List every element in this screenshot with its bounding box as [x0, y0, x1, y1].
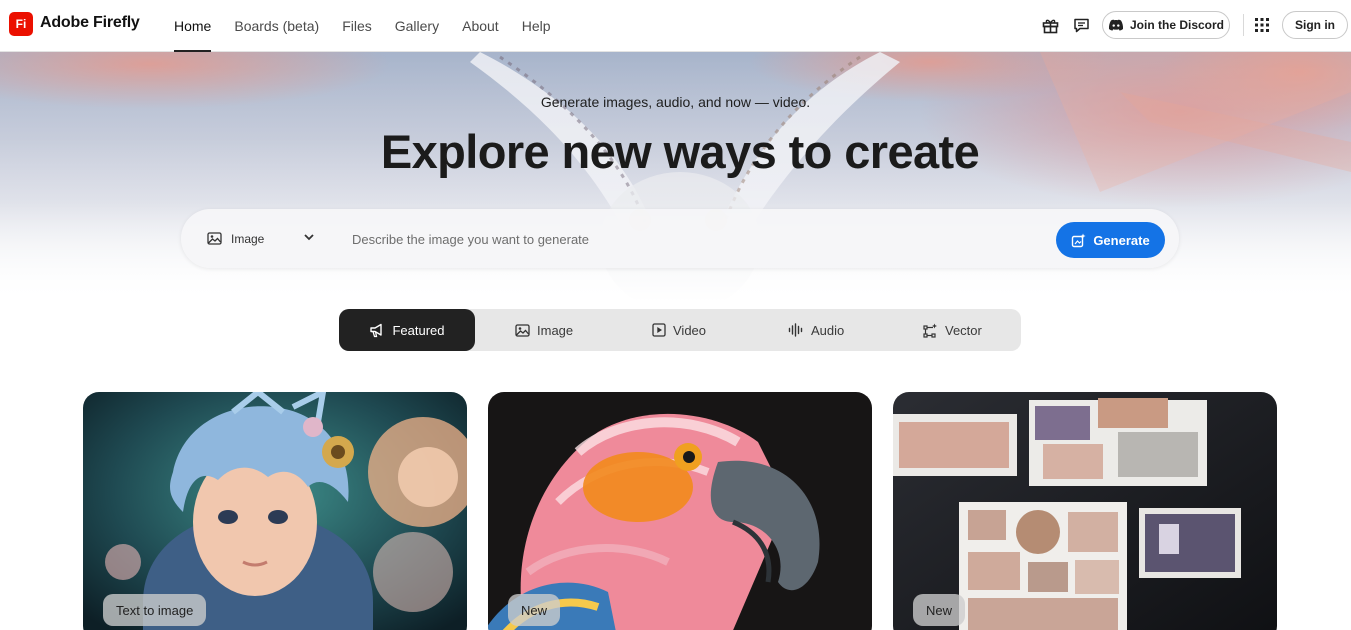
generation-mode-dropdown[interactable]: Image: [207, 209, 315, 268]
hero-title: Explore new ways to create: [380, 125, 980, 178]
audio-wave-icon: [788, 323, 803, 337]
hero-banner: Generate images, audio, and now — video.…: [0, 52, 1351, 302]
join-discord-button[interactable]: Join the Discord: [1102, 11, 1230, 39]
hero-subtitle: Generate images, audio, and now — video.: [540, 94, 811, 110]
chevron-down-icon: [304, 234, 314, 241]
feature-card-text-to-image[interactable]: Text to image: [83, 392, 467, 630]
nav-item-gallery[interactable]: Gallery: [395, 0, 439, 52]
image-icon: [515, 323, 530, 337]
discord-icon: [1108, 19, 1124, 31]
generate-button[interactable]: Generate: [1056, 222, 1165, 258]
card-badge: New: [913, 594, 966, 626]
card-badge: Text to image: [103, 594, 207, 626]
nav-item-about[interactable]: About: [462, 0, 499, 52]
app-name[interactable]: Adobe Firefly: [40, 14, 140, 32]
tab-video[interactable]: Video: [652, 309, 706, 351]
card-badge: New: [508, 594, 561, 626]
chat-icon[interactable]: [1071, 15, 1091, 35]
gift-icon[interactable]: [1040, 15, 1060, 35]
tab-image[interactable]: Image: [515, 309, 573, 351]
nav-item-files[interactable]: Files: [342, 0, 372, 52]
feature-card-parrot[interactable]: New: [488, 392, 872, 630]
tab-label: Image: [537, 322, 574, 338]
firefly-logo[interactable]: Fi: [9, 12, 33, 36]
vector-icon: [923, 323, 937, 338]
tab-audio[interactable]: Audio: [788, 309, 844, 351]
tab-label: Audio: [811, 322, 845, 338]
sign-in-button[interactable]: Sign in: [1282, 11, 1348, 39]
nav-item-boards[interactable]: Boards (beta): [234, 0, 319, 52]
generate-sparkle-icon: [1072, 233, 1086, 247]
nav-item-home[interactable]: Home: [174, 0, 212, 52]
tab-featured[interactable]: Featured: [339, 309, 475, 351]
nav-item-help[interactable]: Help: [522, 0, 551, 52]
video-icon: [652, 323, 666, 337]
tab-label: Vector: [945, 322, 982, 338]
main-nav: Home Boards (beta) Files Gallery About H…: [174, 0, 574, 52]
tab-vector[interactable]: Vector: [923, 309, 982, 351]
discord-label: Join the Discord: [1129, 18, 1224, 32]
feature-card-moodboard[interactable]: New: [893, 392, 1277, 630]
tab-label: Featured: [392, 322, 445, 338]
top-navigation-bar: Fi Adobe Firefly Home Boards (beta) File…: [0, 0, 1351, 52]
header-divider: [1243, 14, 1244, 36]
generate-label: Generate: [1093, 232, 1150, 248]
logo-text: Fi: [15, 17, 27, 31]
megaphone-icon: [370, 323, 383, 337]
image-icon: [207, 232, 222, 245]
tab-label: Video: [673, 322, 707, 338]
category-tabs: Featured Image Video Audio Vector: [339, 309, 1021, 351]
prompt-bar: Image Generate: [181, 209, 1179, 268]
prompt-input[interactable]: [352, 223, 1032, 255]
mode-label: Image: [231, 231, 265, 246]
app-grid-icon[interactable]: [1252, 15, 1272, 35]
